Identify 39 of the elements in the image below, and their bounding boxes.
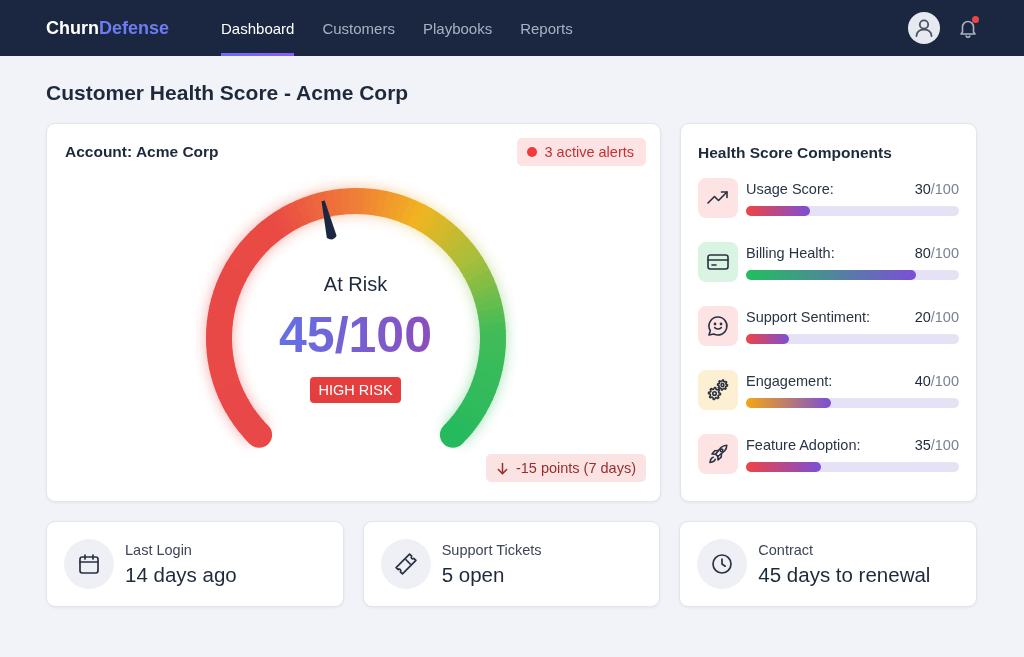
component-label: Billing Health: (746, 245, 835, 261)
component-score: 80/100 (914, 245, 959, 261)
user-avatar-icon[interactable] (908, 12, 940, 44)
stat-label: Support Tickets (441, 540, 542, 559)
clock-icon (697, 539, 748, 589)
alerts-text: 3 active alerts (544, 144, 634, 160)
nav-tab[interactable]: Reports (520, 0, 573, 56)
component-label: Feature Adoption: (746, 437, 861, 453)
alert-dot-icon (526, 147, 537, 157)
stat-value: 14 days ago (125, 561, 237, 588)
trend-text: -15 points (7 days) (515, 460, 636, 476)
stat-value: 5 open (441, 561, 506, 588)
ticket-icon (380, 539, 431, 589)
arrow-down-icon (495, 461, 509, 475)
component-score: 35/100 (914, 437, 959, 453)
gears-icon (698, 370, 738, 410)
page-title: Customer Health Score - Acme Corp (46, 80, 410, 106)
logo-text: ChurnDefense (46, 17, 170, 39)
card-title: Health Score Components (698, 143, 893, 163)
risk-level-badge: HIGH RISK (310, 377, 401, 403)
rocket-icon (698, 434, 738, 474)
component-label: Usage Score: (746, 181, 834, 197)
card-title: Account: Acme Corp (65, 142, 219, 162)
gauge-status-text: At Risk (323, 272, 388, 297)
nav-tab[interactable]: Customers (322, 0, 395, 56)
component-label: Support Sentiment: (746, 309, 871, 325)
smiley-chat-icon (698, 306, 738, 346)
component-score: 40/100 (914, 373, 959, 389)
nav-tab[interactable]: Playbooks (422, 0, 493, 56)
trend-up-icon (698, 178, 738, 218)
component-score: 20/100 (914, 309, 959, 325)
stat-value: 45 days to renewal (758, 561, 931, 588)
stat-label: Last Login (125, 540, 193, 559)
calendar-icon (64, 539, 114, 589)
component-score: 30/100 (914, 181, 959, 197)
credit-card-icon (698, 242, 738, 282)
component-label: Engagement: (746, 373, 833, 389)
stat-label: Contract (758, 540, 815, 559)
bell-icon[interactable] (958, 18, 978, 38)
